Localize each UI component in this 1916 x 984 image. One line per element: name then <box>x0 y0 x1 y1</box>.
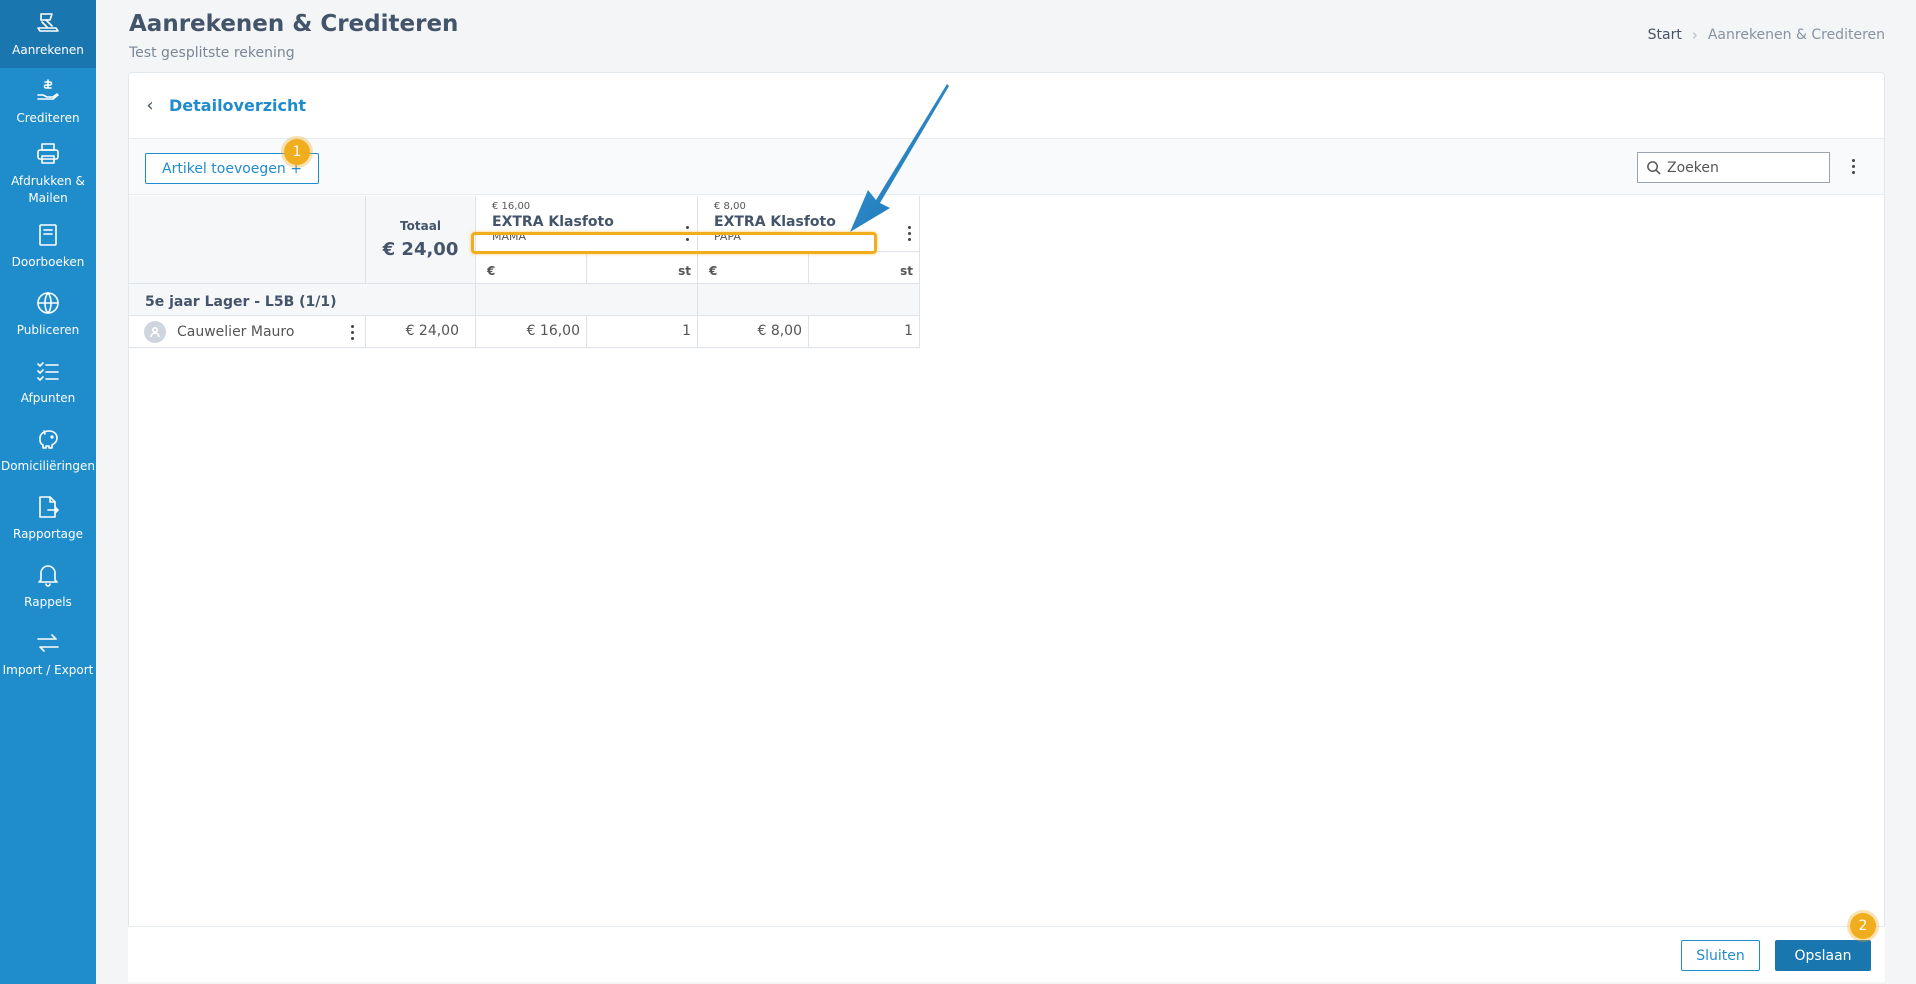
breadcrumb: Start › Aanrekenen & Crediteren <box>1648 26 1885 44</box>
sidebar-item-label: Doorboeken <box>11 254 85 269</box>
sidebar-item-label: Crediteren <box>16 110 80 125</box>
report-icon <box>39 495 59 518</box>
header-total: Totaal € 24,00 <box>366 196 476 284</box>
student-name: Cauwelier Mauro <box>177 323 295 340</box>
row-total: € 24,00 <box>366 316 476 348</box>
close-button[interactable]: Sluiten <box>1681 940 1760 971</box>
sidebar-item-label: Rapportage <box>13 526 83 541</box>
search-icon <box>1647 161 1661 175</box>
qty-cell[interactable]: 1 <box>587 316 698 348</box>
save-button[interactable]: Opslaan <box>1775 940 1871 971</box>
unit-money-cell: € <box>698 252 809 284</box>
sidebar-item-aanrekenen[interactable]: Aanrekenen <box>0 0 96 68</box>
sidebar-item-afpunten[interactable]: Afpunten <box>0 348 96 416</box>
row-more-icon[interactable] <box>345 325 359 340</box>
unit-qty: st <box>900 264 913 278</box>
printer-icon <box>37 143 59 165</box>
sidebar-item-rapportage[interactable]: Rapportage <box>0 484 96 552</box>
detail-card: ‹ Detailoverzicht Artikel toevoegen + 1 … <box>128 72 1885 982</box>
breadcrumb-current: Aanrekenen & Crediteren <box>1707 27 1885 43</box>
sidebar-item-label: Aanrekenen <box>12 42 84 57</box>
qty-value: 1 <box>682 323 691 339</box>
unit-qty-cell: st <box>587 252 698 284</box>
sidebar-item-import-export[interactable]: Import / Export <box>0 620 96 688</box>
card-header: ‹ Detailoverzicht <box>129 73 1884 139</box>
checklist-icon <box>37 361 59 381</box>
avatar <box>144 320 166 343</box>
unit-money-cell: € <box>476 252 587 284</box>
unit-money: € <box>487 264 496 278</box>
group-cell <box>698 284 920 316</box>
chevron-right-icon: › <box>1691 26 1698 44</box>
amount-cell[interactable]: € 16,00 <box>476 316 587 348</box>
highlight-box <box>471 232 877 254</box>
unit-money: € <box>709 264 718 278</box>
amount-value: € 16,00 <box>526 323 580 339</box>
sidebar-item-rappels[interactable]: Rappels <box>0 552 96 620</box>
group-row: 5e jaar Lager - L5B (1/1) <box>129 284 476 316</box>
bell-icon <box>38 564 58 587</box>
sidebar-item-label: Afdrukken & Mailen <box>11 174 85 205</box>
page-title: Aanrekenen & Crediteren <box>129 11 459 37</box>
sidebar-item-label: Domiciliëringen <box>0 458 96 473</box>
invoice-icon <box>37 12 59 32</box>
unit-qty: st <box>678 264 691 278</box>
footer: Sluiten Opslaan 2 <box>128 913 1885 982</box>
hand-money-icon <box>37 78 59 100</box>
amount-cell[interactable]: € 8,00 <box>698 316 809 348</box>
search-box <box>1637 152 1830 183</box>
piggy-bank-icon <box>39 429 58 449</box>
header-name-column <box>129 196 366 284</box>
article-name: EXTRA Klasfoto <box>492 214 614 230</box>
toolbar: Artikel toevoegen + 1 <box>129 139 1884 195</box>
breadcrumb-start[interactable]: Start <box>1648 27 1682 43</box>
step-badge-2: 2 <box>1850 913 1876 939</box>
toolbar-more-icon[interactable] <box>1846 159 1860 174</box>
card-title: Detailoverzicht <box>169 96 307 115</box>
sidebar-item-label: Rappels <box>24 594 72 609</box>
group-cell <box>476 284 698 316</box>
row-total-value: € 24,00 <box>405 323 459 339</box>
sidebar-item-crediteren[interactable]: Crediteren <box>0 68 96 136</box>
sidebar-item-publiceren[interactable]: Publiceren <box>0 280 96 348</box>
search-input[interactable] <box>1667 159 1817 176</box>
user-icon <box>150 326 160 337</box>
annotation-arrow-icon <box>850 84 949 232</box>
sidebar-item-label: Publiceren <box>16 322 80 337</box>
table-row: Cauwelier Mauro <box>129 316 366 348</box>
transfer-icon <box>37 633 59 652</box>
sidebar-item-label: Afpunten <box>20 390 76 405</box>
qty-value: 1 <box>904 323 913 339</box>
qty-cell[interactable]: 1 <box>809 316 920 348</box>
sidebar-item-doorboeken[interactable]: Doorboeken <box>0 212 96 280</box>
sidebar-item-domicilieringen[interactable]: Domiciliëringen <box>0 416 96 484</box>
page-subtitle: Test gesplitste rekening <box>129 45 295 61</box>
total-value: € 24,00 <box>382 239 459 260</box>
amount-value: € 8,00 <box>757 323 802 339</box>
unit-qty-cell: st <box>809 252 920 284</box>
sidebar-item-label: Import / Export <box>2 662 94 677</box>
article-price: € 16,00 <box>492 201 531 212</box>
total-label: Totaal <box>400 219 441 233</box>
sidebar-item-afdrukken-mailen[interactable]: Afdrukken & Mailen <box>0 136 96 212</box>
chevron-left-icon[interactable]: ‹ <box>139 95 161 117</box>
book-icon <box>39 223 57 246</box>
sidebar: Aanrekenen Crediteren Afdrukken & Mailen… <box>0 0 96 984</box>
globe-icon <box>37 291 59 314</box>
group-label: 5e jaar Lager - L5B (1/1) <box>145 294 337 310</box>
step-badge-1: 1 <box>284 139 310 165</box>
